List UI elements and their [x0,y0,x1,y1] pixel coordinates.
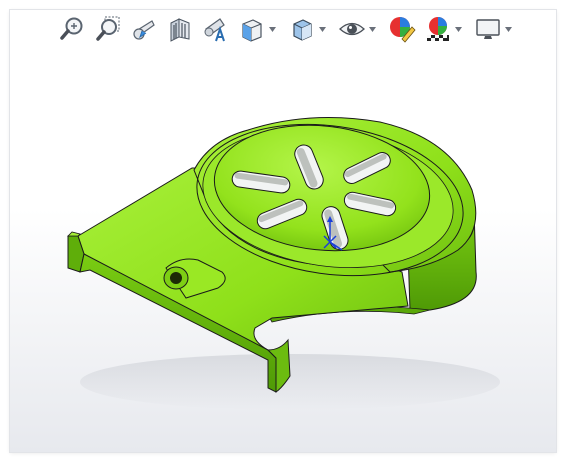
previous-view-button[interactable] [130,14,158,44]
view-settings-dropdown[interactable] [504,14,512,44]
chevron-down-icon [268,26,276,32]
display-style-dropdown[interactable] [318,14,326,44]
section-view-button[interactable] [166,14,194,44]
dynamic-annotation-views-button[interactable] [202,14,230,44]
hide-show-items-button[interactable] [338,14,366,44]
display-style-icon [293,19,312,41]
view-orientation-dropdown[interactable] [268,14,276,44]
boss-hole [170,272,182,284]
hide-show-items-dropdown[interactable] [368,14,376,44]
part-model[interactable] [10,10,556,452]
view-orientation-icon [242,19,262,42]
view-orientation-button[interactable] [238,14,266,44]
floor-shadow [80,354,500,410]
apply-scene-button[interactable] [424,14,452,44]
left-flange-top [67,231,81,237]
zoom-to-fit-icon [60,17,83,40]
monitor-icon [476,19,500,39]
display-style-button[interactable] [288,14,316,44]
dynamic-annotation-icon [204,18,225,42]
zoom-to-area-button[interactable] [94,14,122,44]
apply-scene-dropdown[interactable] [454,14,462,44]
view-settings-button[interactable] [474,14,502,44]
edit-appearance-icon [390,17,416,43]
chevron-down-icon [368,26,376,32]
zoom-to-area-icon [96,16,120,41]
chevron-down-icon [454,26,462,32]
previous-view-icon [133,20,155,40]
apply-scene-icon [427,17,449,41]
chevron-down-icon [318,26,326,32]
edit-appearance-button[interactable] [388,14,416,44]
chevron-down-icon [504,26,512,32]
section-view-icon [170,18,190,42]
heads-up-view-toolbar [58,12,524,46]
zoom-to-fit-button[interactable] [58,14,86,44]
model-viewport[interactable] [10,10,556,452]
hide-show-eye-icon [339,22,365,36]
